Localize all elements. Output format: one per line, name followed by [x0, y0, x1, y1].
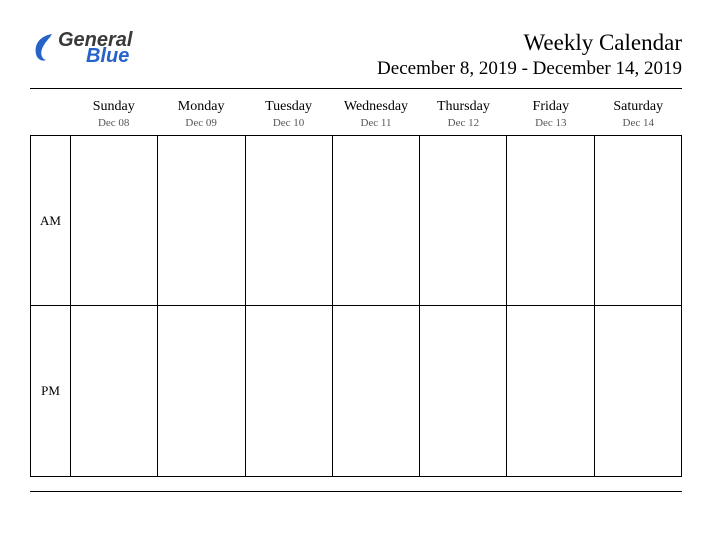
day-header-tuesday: Tuesday Dec 10: [245, 99, 332, 129]
cell-pm-fri: [507, 306, 594, 476]
cell-am-fri: [507, 136, 594, 306]
day-date: Dec 11: [332, 117, 419, 129]
day-date: Dec 09: [157, 117, 244, 129]
logo-swoosh-icon: [30, 32, 56, 70]
page-title: Weekly Calendar: [377, 30, 682, 56]
day-name: Wednesday: [332, 99, 419, 115]
cell-pm-thu: [420, 306, 507, 476]
day-name: Friday: [507, 99, 594, 115]
calendar-grid: AM PM: [30, 135, 682, 477]
title-block: Weekly Calendar December 8, 2019 - Decem…: [377, 30, 682, 80]
cell-pm-wed: [333, 306, 420, 476]
corner-spacer: [30, 99, 70, 129]
footer-divider: [30, 491, 682, 492]
day-name: Saturday: [595, 99, 682, 115]
cell-am-thu: [420, 136, 507, 306]
day-header-wednesday: Wednesday Dec 11: [332, 99, 419, 129]
grid-row-am: AM: [31, 136, 681, 306]
cell-pm-sat: [595, 306, 681, 476]
day-date: Dec 14: [595, 117, 682, 129]
day-name: Tuesday: [245, 99, 332, 115]
grid-row-pm: PM: [31, 306, 681, 476]
date-range: December 8, 2019 - December 14, 2019: [377, 58, 682, 80]
logo-word-blue: Blue: [86, 46, 132, 66]
day-header-saturday: Saturday Dec 14: [595, 99, 682, 129]
logo-text-stack: General Blue: [58, 30, 132, 66]
day-header-thursday: Thursday Dec 12: [420, 99, 507, 129]
cell-am-tue: [246, 136, 333, 306]
day-date: Dec 12: [420, 117, 507, 129]
cell-am-wed: [333, 136, 420, 306]
cell-am-sat: [595, 136, 681, 306]
day-header-monday: Monday Dec 09: [157, 99, 244, 129]
row-label-am: AM: [31, 136, 71, 306]
calendar: Sunday Dec 08 Monday Dec 09 Tuesday Dec …: [30, 89, 682, 477]
header-row: General Blue Weekly Calendar December 8,…: [30, 30, 682, 80]
day-name: Thursday: [420, 99, 507, 115]
day-header-sunday: Sunday Dec 08: [70, 99, 157, 129]
cell-pm-sun: [71, 306, 158, 476]
day-name: Sunday: [70, 99, 157, 115]
cell-pm-mon: [158, 306, 245, 476]
day-header-friday: Friday Dec 13: [507, 99, 594, 129]
day-date: Dec 08: [70, 117, 157, 129]
day-name: Monday: [157, 99, 244, 115]
row-label-pm: PM: [31, 306, 71, 476]
cell-pm-tue: [246, 306, 333, 476]
day-headers-row: Sunday Dec 08 Monday Dec 09 Tuesday Dec …: [30, 99, 682, 129]
cell-am-mon: [158, 136, 245, 306]
brand-logo: General Blue: [30, 30, 132, 70]
cell-am-sun: [71, 136, 158, 306]
day-date: Dec 10: [245, 117, 332, 129]
day-date: Dec 13: [507, 117, 594, 129]
